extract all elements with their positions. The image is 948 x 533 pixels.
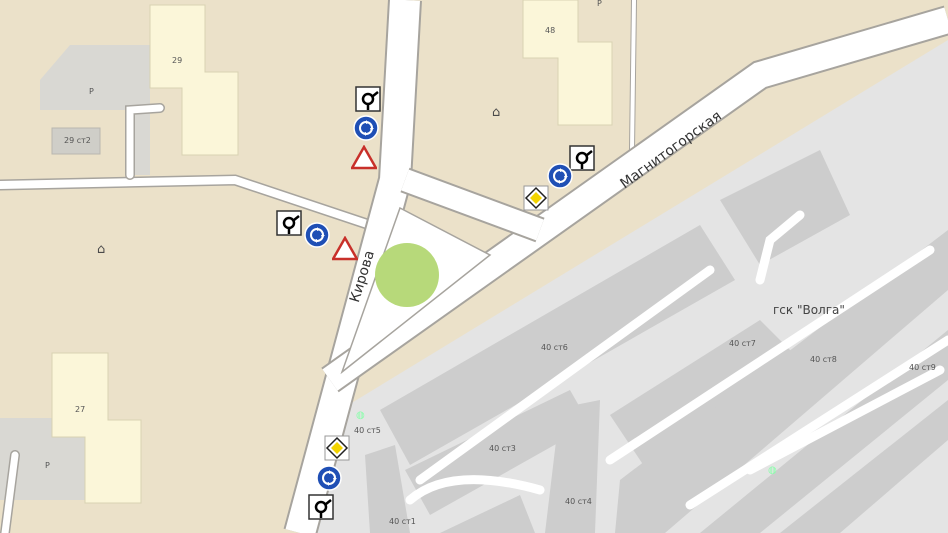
- garage-label-st1: 40 ст1: [389, 517, 416, 526]
- give-way-sign[interactable]: [351, 145, 377, 171]
- roundabout-mandatory-sign[interactable]: [316, 465, 342, 491]
- building-number-27: 27: [75, 405, 86, 414]
- garage-label-st9: 40 ст9: [909, 363, 936, 372]
- garage-label-st6: 40 ст6: [541, 343, 568, 352]
- city-map[interactable]: [0, 0, 948, 533]
- garage-poi-icon[interactable]: ◍: [768, 466, 777, 476]
- roundabout-mandatory-sign[interactable]: [304, 222, 330, 248]
- garage-poi-icon[interactable]: ◍: [356, 411, 365, 421]
- give-way-sign[interactable]: [332, 236, 358, 262]
- garage-label-st4: 40 ст4: [565, 497, 592, 506]
- priority-road-sign[interactable]: [523, 185, 549, 211]
- roundabout-mandatory-sign[interactable]: [353, 115, 379, 141]
- garage-cooperative-label: гск "Волга": [773, 303, 845, 317]
- building-number-29-st2: 29 ст2: [64, 136, 91, 145]
- roundabout-ahead-sign[interactable]: [276, 210, 302, 236]
- roundabout-mandatory-sign[interactable]: [547, 163, 573, 189]
- priority-road-sign[interactable]: [324, 435, 350, 461]
- garage-label-st7: 40 ст7: [729, 339, 756, 348]
- house-poi-icon[interactable]: ⌂: [97, 243, 105, 256]
- parking-label: Р: [89, 87, 94, 96]
- roundabout-green: [375, 243, 439, 307]
- garage-label-st8: 40 ст8: [810, 355, 837, 364]
- roundabout-ahead-sign[interactable]: [355, 86, 381, 112]
- house-poi-icon[interactable]: ⌂: [492, 106, 500, 119]
- building-number-29: 29: [172, 56, 183, 65]
- garage-label-st3: 40 ст3: [489, 444, 516, 453]
- parking-label: Р: [45, 461, 50, 470]
- parking-label: Р: [597, 0, 602, 8]
- roundabout-ahead-sign[interactable]: [308, 494, 334, 520]
- garage-label-st5: 40 ст5: [354, 426, 381, 435]
- building-number-48: 48: [545, 26, 556, 35]
